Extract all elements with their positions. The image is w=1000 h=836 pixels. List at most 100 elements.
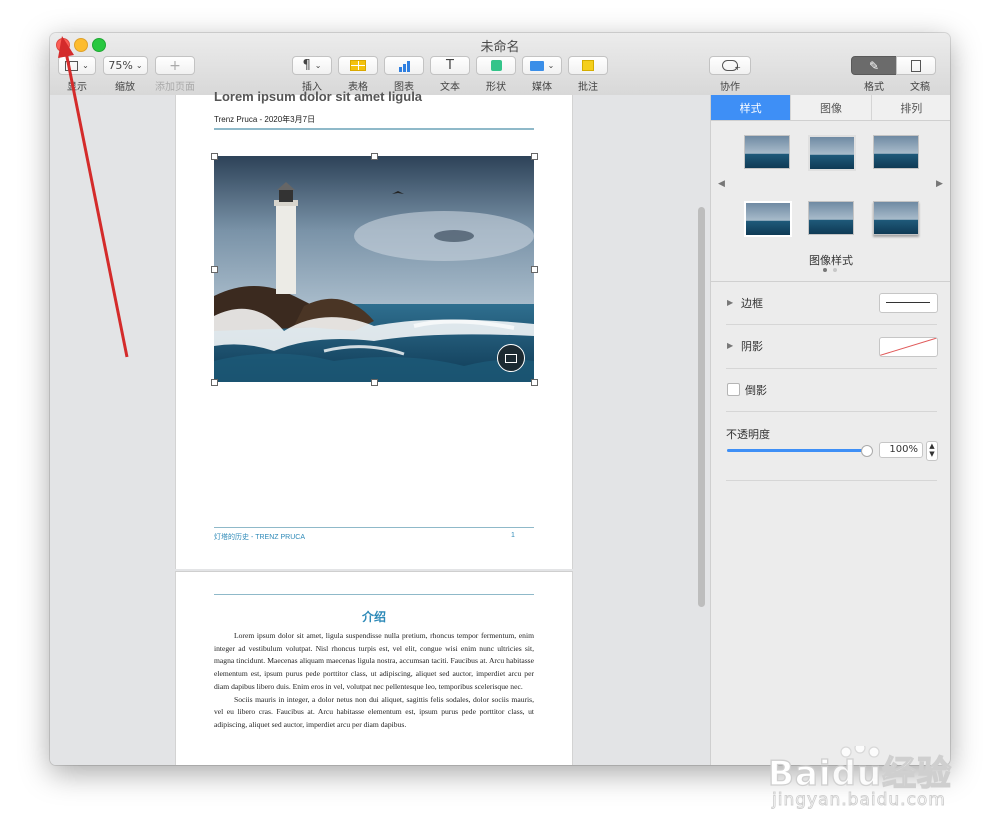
text-button[interactable]: T <box>430 56 470 75</box>
zoom-select[interactable]: 75% ⌄ <box>103 56 148 75</box>
document-label: 文稿 <box>910 82 930 93</box>
divider <box>726 324 937 325</box>
section-title: 介绍 <box>361 610 386 624</box>
chevron-down-icon: ⌄ <box>82 61 89 70</box>
opacity-slider-knob[interactable] <box>861 445 873 457</box>
border-style-select[interactable] <box>879 293 938 313</box>
selection-handle[interactable] <box>371 379 378 386</box>
page-dot-active <box>823 268 827 272</box>
collaborate-button[interactable]: + <box>709 56 751 75</box>
image-style-thumb[interactable] <box>744 201 792 237</box>
shadow-style-select[interactable] <box>879 337 938 357</box>
chevron-down-icon: ⌄ <box>135 61 143 70</box>
image-styles-label: 图像样式 <box>809 254 853 267</box>
table-icon <box>350 60 366 71</box>
footer-rule <box>214 527 534 528</box>
pilcrow-icon: ¶ <box>302 58 311 73</box>
selection-handle[interactable] <box>211 379 218 386</box>
chart-icon <box>398 60 410 72</box>
page2-top-rule <box>214 594 534 595</box>
insert-button[interactable]: ¶ ⌄ <box>292 56 332 75</box>
page-1: Lorem ipsum dolor sit amet ligula Trenz … <box>175 89 573 569</box>
image-style-thumb[interactable] <box>808 135 856 171</box>
inspector-tabs: 样式 图像 排列 <box>711 95 950 121</box>
reflection-checkbox[interactable] <box>727 383 740 396</box>
tab-arrange[interactable]: 排列 <box>871 95 950 120</box>
paragraph-1: Lorem ipsum dolor sit amet, ligula suspe… <box>214 631 534 691</box>
styles-prev-icon[interactable]: ◀ <box>718 179 725 189</box>
tab-style[interactable]: 样式 <box>711 95 792 120</box>
view-button[interactable]: ⌄ <box>58 56 96 75</box>
selection-handle[interactable] <box>531 379 538 386</box>
disclosure-triangle-icon[interactable]: ▶ <box>727 341 733 350</box>
header-rule <box>214 128 534 130</box>
add-page-button[interactable]: + <box>155 56 195 75</box>
footer-left: 灯塔的历史 - TRENZ PRUCA <box>214 534 305 541</box>
opacity-slider-fill <box>727 449 867 452</box>
divider <box>711 281 950 282</box>
table-button[interactable] <box>338 56 378 75</box>
toolbar: 未命名 ⌄ 显示 75% ⌄ 缩放 + 添加页面 ¶ ⌄ 插入 表格 图表 T … <box>50 33 950 96</box>
page-2: 介绍 Lorem ipsum dolor sit amet, ligula su… <box>175 571 573 765</box>
tab-image[interactable]: 图像 <box>791 95 872 120</box>
opacity-stepper[interactable]: ▲ ▼ <box>926 441 938 461</box>
chart-button[interactable] <box>384 56 424 75</box>
opacity-value-field[interactable]: 100% <box>879 442 923 458</box>
selection-handle[interactable] <box>211 153 218 160</box>
image-media-button[interactable] <box>497 344 525 372</box>
shape-button[interactable] <box>476 56 516 75</box>
byline: Trenz Pruca - 2020年3月7日 <box>214 115 316 124</box>
opacity-label: 不透明度 <box>726 428 770 441</box>
divider <box>726 480 937 481</box>
format-inspector: 样式 图像 排列 ◀ ▶ 图像样式 ▶ 边框 ▶ 阴影 倒影 不透明度 100%… <box>710 95 950 765</box>
comment-button[interactable] <box>568 56 608 75</box>
image-style-thumb[interactable] <box>744 135 790 169</box>
media-button[interactable]: ⌄ <box>522 56 562 75</box>
styles-next-icon[interactable]: ▶ <box>936 179 943 189</box>
selection-handle[interactable] <box>531 266 538 273</box>
format-brush-icon: ✎ <box>868 58 880 73</box>
stepper-up-icon[interactable]: ▲ <box>927 442 937 450</box>
lighthouse-image[interactable] <box>214 156 534 382</box>
shadow-label: 阴影 <box>741 340 763 353</box>
text-icon: T <box>446 58 454 73</box>
border-label: 边框 <box>741 297 763 310</box>
app-window: 未命名 ⌄ 显示 75% ⌄ 缩放 + 添加页面 ¶ ⌄ 插入 表格 图表 T … <box>50 33 950 765</box>
opacity-slider[interactable] <box>727 445 873 457</box>
page-dots[interactable] <box>823 268 837 272</box>
disclosure-triangle-icon[interactable]: ▶ <box>727 298 733 307</box>
chevron-down-icon: ⌄ <box>314 61 322 70</box>
selection-handle[interactable] <box>371 153 378 160</box>
footer-page-number: 1 <box>511 532 515 539</box>
stepper-down-icon[interactable]: ▼ <box>927 450 937 458</box>
document-canvas[interactable]: Lorem ipsum dolor sit amet ligula Trenz … <box>50 89 710 765</box>
divider <box>726 411 937 412</box>
body-text: Lorem ipsum dolor sit amet, ligula suspe… <box>214 630 534 732</box>
image-style-thumb[interactable] <box>808 201 854 235</box>
reflection-label: 倒影 <box>745 384 767 397</box>
shape-icon <box>490 60 502 71</box>
window-title: 未命名 <box>480 40 520 55</box>
document-icon <box>911 59 921 72</box>
media-icon <box>529 60 544 71</box>
chevron-down-icon: ⌄ <box>547 61 555 70</box>
collaborate-label: 协作 <box>720 82 740 93</box>
collaborate-icon: + <box>722 60 741 72</box>
format-tab-button[interactable]: ✎ <box>851 56 897 75</box>
image-style-thumb[interactable] <box>873 135 919 169</box>
watermark-url: jingyan.baidu.com <box>772 790 946 811</box>
document-tab-button[interactable] <box>896 56 936 75</box>
zoom-value: 75% <box>108 59 133 72</box>
image-style-thumb[interactable] <box>873 201 919 235</box>
paragraph-2: Sociis mauris in integer, a dolor netus … <box>214 694 534 729</box>
sidebar-view-icon <box>65 60 79 71</box>
selection-handle[interactable] <box>531 153 538 160</box>
comment-icon <box>582 60 594 71</box>
plus-icon: + <box>169 57 181 74</box>
image-icon <box>505 353 517 363</box>
selection-handle[interactable] <box>211 266 218 273</box>
divider <box>726 368 937 369</box>
lighthouse-photo-icon <box>214 156 534 382</box>
vertical-scrollbar[interactable] <box>698 207 705 607</box>
page-dot <box>833 268 837 272</box>
